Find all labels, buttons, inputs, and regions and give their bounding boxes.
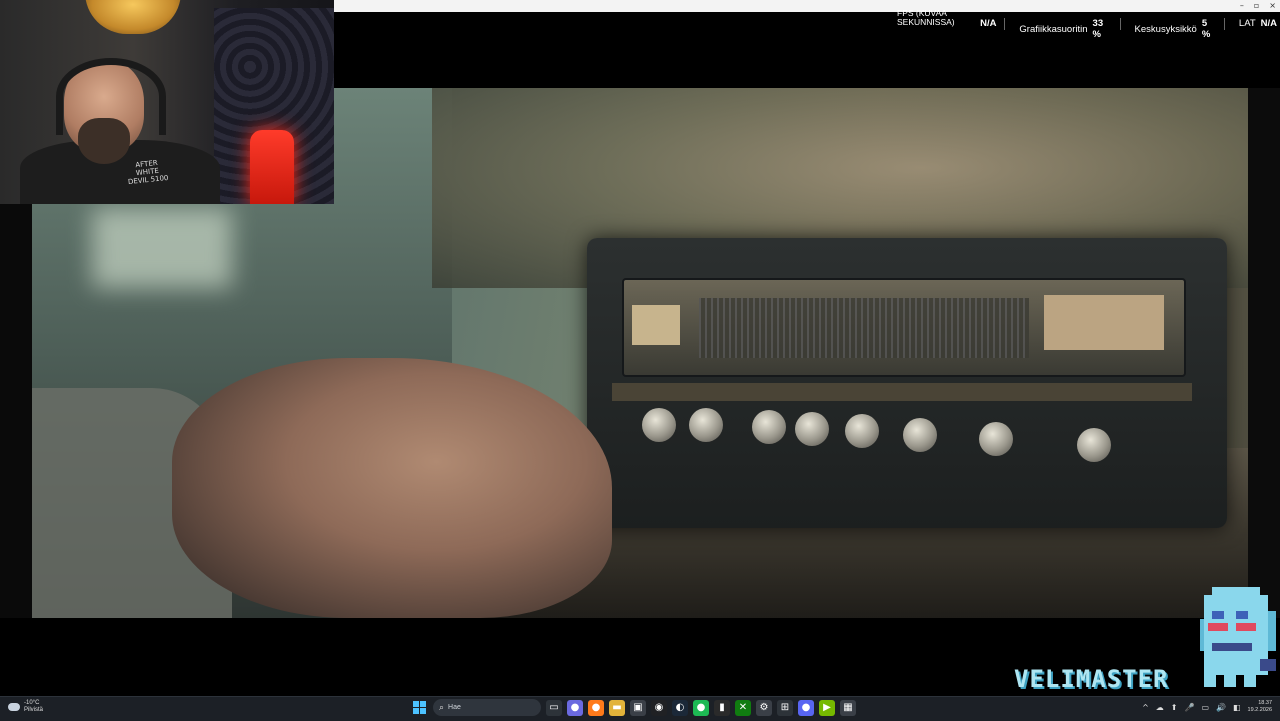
radio-knob <box>979 422 1013 456</box>
latency-stat: LAT N/A <box>1239 18 1277 29</box>
clock-time: 18.37 <box>1258 700 1272 706</box>
store-app-icon[interactable]: ▣ <box>630 699 646 716</box>
cpu-stat: Keskusyksikkö 5 % <box>1135 18 1216 40</box>
letterbox-left <box>0 204 32 618</box>
webcam-feed: AFTER WHITE DEVIL 5100 <box>0 0 334 204</box>
network-app-icon[interactable]: ⊞ <box>777 699 793 716</box>
radio-knob <box>689 408 723 442</box>
windows-taskbar: -10°C Pilvistä ⌕ Hae ▭ ● ● ▬ ▣ ◉ ◐ ● ▮ ✕… <box>0 696 1280 721</box>
radio-frequency-scale <box>699 298 1029 358</box>
tray-display-icon[interactable]: ▭ <box>1201 703 1209 712</box>
xbox-app-icon[interactable]: ✕ <box>735 699 751 716</box>
search-icon: ⌕ <box>439 702 445 712</box>
system-tray: ^ ☁ ⬆ 🎤 ▭ 🔊 ◧ 18.37 19.2.2026 <box>1142 700 1272 714</box>
tray-cloud-icon[interactable]: ☁ <box>1156 703 1164 712</box>
file-explorer-app-icon[interactable]: ▭ <box>546 699 562 716</box>
fps-value: N/A <box>980 18 997 29</box>
tray-upload-icon[interactable]: ⬆ <box>1171 703 1178 712</box>
gpu-value: 33 % <box>1092 18 1104 40</box>
gpu-label: Grafiikkasuoritin <box>1019 23 1088 35</box>
gpu-stat: Grafiikkasuoritin 33 % <box>1019 18 1111 40</box>
radio-knob <box>903 418 937 452</box>
weather-text: -10°C Pilvistä <box>24 700 43 714</box>
radio-knob <box>795 412 829 446</box>
taskbar-clock[interactable]: 18.37 19.2.2026 <box>1248 700 1272 714</box>
folder-app-icon[interactable]: ▬ <box>609 699 625 716</box>
vintage-radio <box>587 238 1227 528</box>
perf-separator <box>1223 18 1225 30</box>
tray-volume-icon[interactable]: 🔊 <box>1216 703 1226 712</box>
obs-app-icon[interactable]: ◉ <box>651 699 667 716</box>
streamer-beard <box>78 118 130 164</box>
radio-knob <box>752 410 786 444</box>
ceiling-lamp <box>85 0 181 34</box>
taskbar-app-list: ⌕ Hae ▭ ● ● ▬ ▣ ◉ ◐ ● ▮ ✕ ⚙ ⊞ ● ▶ ▦ <box>412 699 856 716</box>
clock-date: 19.2.2026 <box>1247 707 1272 713</box>
epic-app-icon[interactable]: ▮ <box>714 699 730 716</box>
radio-knob <box>845 414 879 448</box>
teams-app-icon[interactable]: ● <box>567 699 583 716</box>
perf-separator <box>1119 18 1121 30</box>
cloud-icon <box>8 703 20 711</box>
taskbar-search[interactable]: ⌕ Hae <box>433 699 541 716</box>
performance-overlay: FPS (KUVAA SEKUNNISSA) N/A Grafiikkasuor… <box>897 8 1277 41</box>
nvidia-app-icon[interactable]: ▶ <box>819 699 835 716</box>
radio-dial-left-window <box>632 305 680 345</box>
person-hands <box>172 358 612 618</box>
fps-stat: N/A <box>975 18 996 29</box>
perf-separator <box>1004 18 1006 30</box>
latency-label: LAT <box>1238 18 1256 29</box>
latency-value: N/A <box>1260 18 1277 29</box>
weather-temperature: -10°C <box>24 700 40 706</box>
firefox-app-icon[interactable]: ● <box>588 699 604 716</box>
discord-app-icon[interactable]: ● <box>798 699 814 716</box>
radio-control-strip <box>612 383 1192 401</box>
spotify-app-icon[interactable]: ● <box>693 699 709 716</box>
cpu-value: 5 % <box>1201 18 1211 40</box>
weather-description: Pilvistä <box>24 707 44 713</box>
radio-dial-panel <box>622 278 1186 377</box>
pixel-ghost-mascot-icon <box>1200 587 1276 687</box>
radio-dial-right-window <box>1044 295 1164 350</box>
start-button[interactable] <box>412 700 428 716</box>
channel-logo: VELIMASTER <box>1014 665 1169 693</box>
monitor-app-icon[interactable]: ▦ <box>840 699 856 716</box>
steam-app-icon[interactable]: ◐ <box>672 699 688 716</box>
radio-knob <box>1077 428 1111 462</box>
tray-battery-icon[interactable]: ◧ <box>1233 703 1241 712</box>
cpu-label: Keskusyksikkö <box>1134 23 1197 35</box>
windows-logo-icon <box>413 700 427 715</box>
tray-overflow-icon[interactable]: ^ <box>1142 703 1149 712</box>
radio-knob <box>642 408 676 442</box>
settings-app-icon[interactable]: ⚙ <box>756 699 772 716</box>
tray-microphone-icon[interactable]: 🎤 <box>1184 703 1194 712</box>
weather-widget[interactable]: -10°C Pilvistä <box>8 700 43 714</box>
search-placeholder: Hae <box>448 704 461 711</box>
fps-label: FPS (KUVAA SEKUNNISSA) <box>897 8 955 27</box>
letterbox-right <box>1248 88 1280 618</box>
red-led-light <box>250 130 294 204</box>
background-window-light <box>92 208 232 288</box>
shirt-print: AFTER WHITE DEVIL 5100 <box>127 158 169 187</box>
